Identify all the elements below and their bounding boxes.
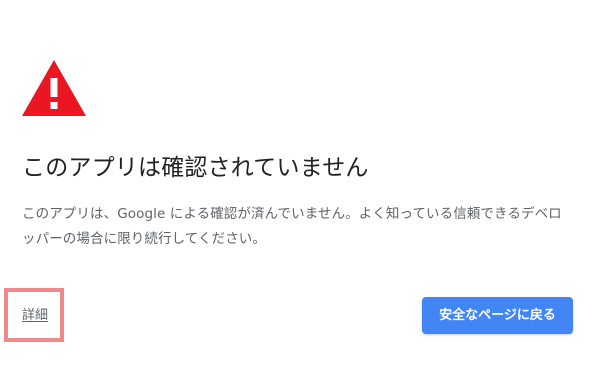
page-title: このアプリは確認されていません	[22, 155, 369, 181]
details-link[interactable]: 詳細	[22, 307, 48, 325]
unverified-app-page: このアプリは確認されていません このアプリは、Google による確認が済んでい…	[0, 0, 592, 365]
back-to-safety-button[interactable]: 安全なページに戻る	[422, 297, 573, 334]
warning-icon	[22, 60, 86, 116]
warning-message: このアプリは、Google による確認が済んでいません。よく知っている信頼できる…	[22, 206, 562, 247]
